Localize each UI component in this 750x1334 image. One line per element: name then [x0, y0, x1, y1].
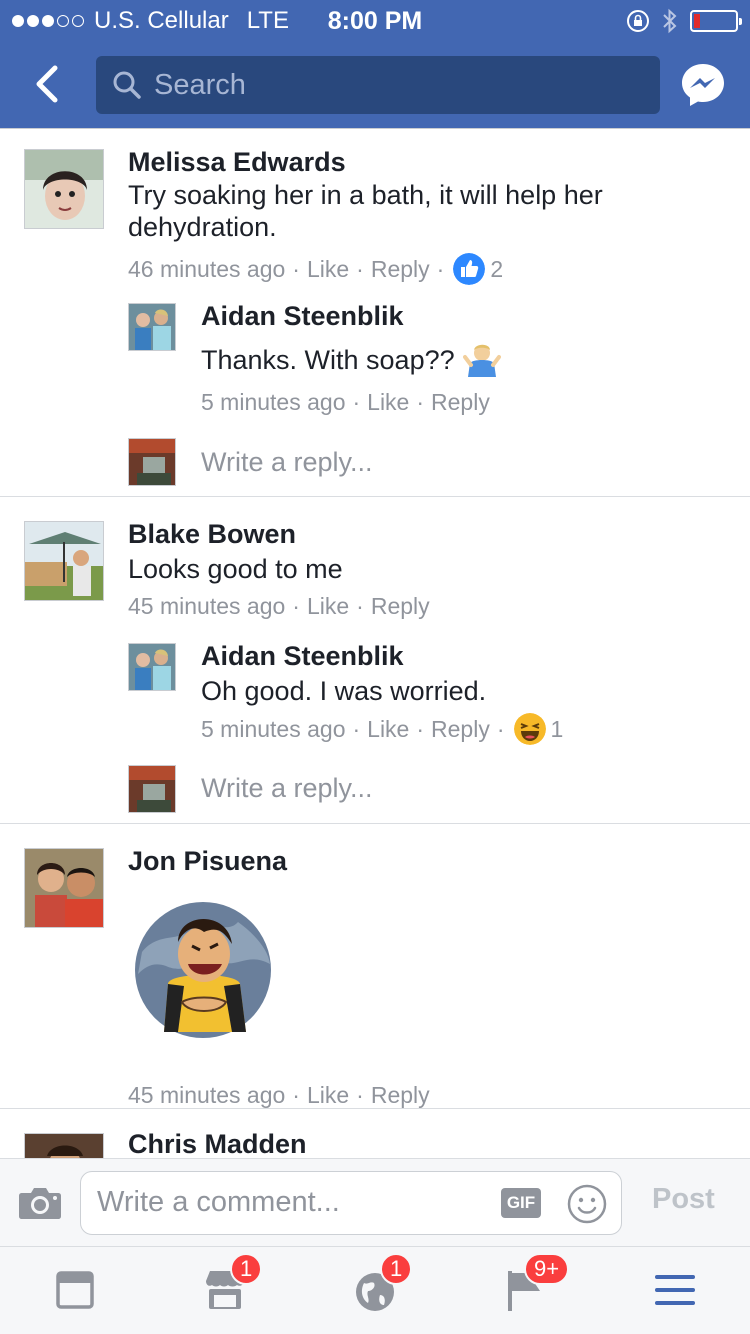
comment-author[interactable]: Chris Madden [128, 1129, 307, 1158]
tab-news-feed[interactable] [50, 1265, 100, 1315]
comment-author[interactable]: Melissa Edwards [128, 147, 346, 178]
reply-link[interactable]: Reply [431, 389, 490, 416]
comment-meta: 45 minutes ago · Like · Reply [128, 593, 430, 620]
tab-marketplace[interactable]: 1 [200, 1253, 263, 1315]
bluetooth-icon [663, 8, 677, 34]
reply-time: 5 minutes ago [201, 715, 346, 742]
comment-time: 45 minutes ago [128, 593, 286, 619]
reply-text: Oh good. I was worried. [201, 676, 487, 706]
comment-thread: Melissa Edwards Try soaking her in a bat… [0, 129, 750, 497]
reply-link[interactable]: Reply [431, 716, 490, 743]
like-link[interactable]: Like [367, 716, 409, 743]
comment-meta: 45 minutes ago · Like · Reply [128, 1082, 430, 1109]
search-icon [113, 71, 141, 99]
avatar[interactable] [128, 303, 176, 351]
reply-link[interactable]: Reply [371, 1082, 430, 1109]
comment-sticker[interactable] [128, 892, 278, 1042]
like-icon[interactable] [453, 253, 486, 285]
like-link[interactable]: Like [307, 256, 349, 283]
messenger-icon [682, 64, 724, 106]
like-link[interactable]: Like [307, 1082, 349, 1109]
comment-author[interactable]: Jon Pisuena [128, 846, 287, 877]
laughing-man-sticker [135, 902, 271, 1038]
tab-notifications[interactable]: 1 [350, 1253, 413, 1315]
like-link[interactable]: Like [307, 593, 349, 620]
avatar[interactable] [24, 848, 104, 928]
tab-bar: 1 1 9+ [0, 1246, 750, 1334]
comment-placeholder: Write a comment... [97, 1186, 340, 1218]
gif-button[interactable]: GIF [501, 1188, 541, 1218]
camera-button[interactable] [18, 1183, 62, 1223]
messenger-button[interactable] [680, 62, 726, 108]
news-feed-icon [56, 1271, 94, 1309]
write-reply-input[interactable]: Write a reply... [201, 447, 373, 478]
like-link[interactable]: Like [367, 389, 409, 416]
reply-author[interactable]: Aidan Steenblik [201, 301, 404, 332]
battery-level [694, 14, 700, 28]
nav-bar: Search [0, 40, 750, 128]
back-button[interactable] [24, 60, 68, 108]
avatar[interactable] [128, 643, 176, 691]
comment-text: Looks good to me [128, 554, 343, 584]
comment-composer: Write a comment... GIF Post [0, 1158, 750, 1246]
comment-thread: Chris Madden [0, 1109, 750, 1158]
sticker-button[interactable] [567, 1184, 607, 1224]
battery-icon [690, 10, 742, 32]
reply-link[interactable]: Reply [371, 256, 430, 283]
more-badge: 9+ [524, 1253, 570, 1285]
haha-icon[interactable] [513, 713, 546, 745]
reply-time: 5 minutes ago [201, 389, 346, 415]
status-right [626, 8, 742, 34]
post-button[interactable]: Post [652, 1183, 715, 1216]
comment-time: 46 minutes ago [128, 255, 286, 282]
my-avatar [128, 765, 176, 813]
avatar[interactable] [24, 149, 104, 229]
camera-icon [19, 1188, 61, 1219]
chevron-left-icon [36, 65, 58, 103]
reply-author[interactable]: Aidan Steenblik [201, 641, 404, 672]
tab-requests[interactable]: 9+ [500, 1253, 570, 1315]
comment-meta: 46 minutes ago · Like · Reply · 2 [128, 253, 503, 285]
reply-text: Thanks. With soap?? [201, 343, 750, 377]
avatar[interactable] [24, 1133, 104, 1158]
reply-meta: 5 minutes ago · Like · Reply [201, 389, 490, 416]
search-input[interactable]: Search [96, 56, 660, 114]
comment-thread: Blake Bowen Looks good to me 45 minutes … [0, 497, 750, 824]
my-avatar [128, 438, 176, 486]
avatar[interactable] [24, 521, 104, 601]
tab-menu[interactable] [650, 1265, 700, 1315]
search-placeholder: Search [154, 68, 246, 101]
marketplace-badge: 1 [230, 1253, 263, 1285]
comments-list[interactable]: Melissa Edwards Try soaking her in a bat… [0, 128, 750, 1158]
comment-time: 45 minutes ago [128, 1082, 286, 1108]
reaction-count[interactable]: 2 [490, 256, 503, 283]
comment-input[interactable]: Write a comment... GIF [80, 1171, 622, 1235]
notifications-badge: 1 [380, 1253, 413, 1285]
reply-link[interactable]: Reply [371, 593, 430, 620]
comment-text: Try soaking her in a bath, it will help … [128, 180, 603, 242]
menu-icon [655, 1275, 695, 1305]
reply-text-content: Thanks. With soap?? [201, 345, 455, 375]
reply-meta: 5 minutes ago · Like · Reply · 1 [201, 713, 563, 745]
person-shrugging-icon [462, 344, 501, 377]
comment-author[interactable]: Blake Bowen [128, 519, 296, 550]
comment-thread: Jon Pisuena 45 minutes ago · Like · Repl… [0, 824, 750, 1109]
reaction-count[interactable]: 1 [551, 716, 564, 743]
smiley-icon [567, 1184, 607, 1224]
orientation-lock-icon [627, 10, 649, 32]
write-reply-input[interactable]: Write a reply... [201, 773, 373, 804]
status-bar: U.S. Cellular LTE 8:00 PM [0, 0, 750, 40]
